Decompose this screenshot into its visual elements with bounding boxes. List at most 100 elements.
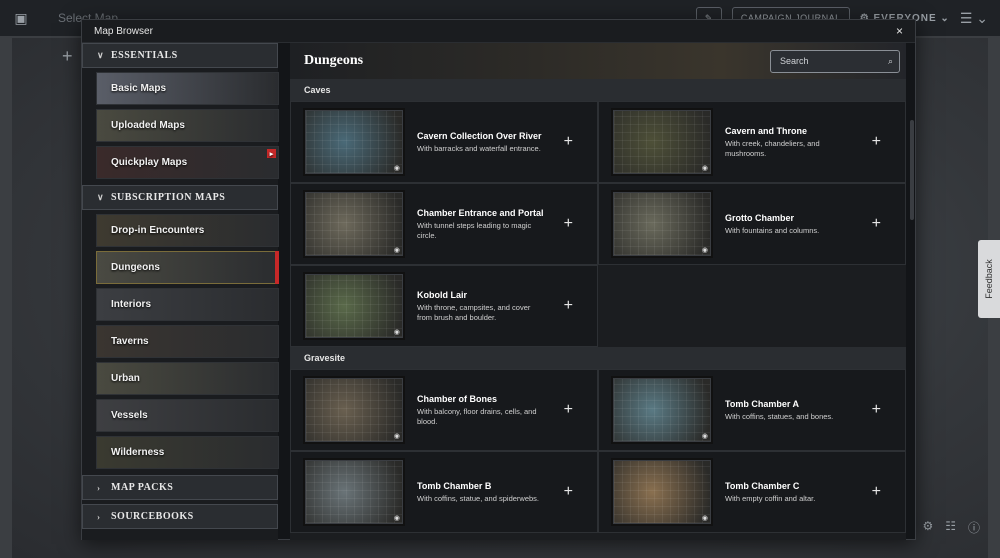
map-card[interactable]: ◉ Tomb Chamber A With coffins, statues, an… xyxy=(598,369,906,451)
sidebar-item-label: Drop-in Encounters xyxy=(111,225,205,236)
map-card[interactable]: ◉ Chamber Entrance and Portal With tunnel … xyxy=(290,183,598,265)
settings-icon[interactable]: ⚙ xyxy=(922,519,933,536)
map-thumbnail[interactable]: ◉ xyxy=(613,378,711,442)
sidebar-item-interiors[interactable]: Interiors xyxy=(96,288,279,321)
map-card-text: Cavern and Throne With creek, chandeliers… xyxy=(725,126,855,159)
sidebar-item-dungeons[interactable]: Dungeons xyxy=(96,251,279,284)
sidebar-item-uploaded-maps[interactable]: Uploaded Maps xyxy=(96,109,279,142)
map-card-text: Grotto Chamber With fountains and columns… xyxy=(725,213,855,236)
add-map-button[interactable]: + xyxy=(872,401,881,419)
sidebar-item-label: Wilderness xyxy=(111,447,165,458)
map-thumbnail[interactable]: ◉ xyxy=(305,460,403,524)
main-banner: Dungeons ⌕ xyxy=(290,43,906,79)
sidebar-item-vessels[interactable]: Vessels xyxy=(96,399,279,432)
map-card[interactable]: ◉ Chamber of Bones With balcony, floor dra… xyxy=(290,369,598,451)
sidebar-item-taverns[interactable]: Taverns xyxy=(96,325,279,358)
category-header: Caves xyxy=(290,79,906,101)
map-thumbnail[interactable]: ◉ xyxy=(613,192,711,256)
section-subscription-label: SUBSCRIPTION MAPS xyxy=(111,192,226,203)
map-card-text: Tomb Chamber B With coffins, statue, and … xyxy=(417,481,547,504)
preview-eye-icon[interactable]: ◉ xyxy=(702,246,708,254)
map-card[interactable]: ◉ Tomb Chamber B With coffins, statue, and… xyxy=(290,451,598,533)
search-input[interactable] xyxy=(780,56,888,66)
map-title: Kobold Lair xyxy=(417,289,467,300)
add-map-button[interactable]: + xyxy=(872,215,881,233)
map-title: Chamber of Bones xyxy=(417,393,498,404)
new-badge-icon: ▸ xyxy=(267,149,276,158)
info-icon[interactable]: ⓘ xyxy=(968,519,980,536)
add-map-button[interactable]: + xyxy=(872,483,881,501)
map-thumbnail[interactable]: ◉ xyxy=(305,274,403,338)
sidebar-item-label: Interiors xyxy=(111,299,152,310)
map-description: With tunnel steps leading to magic circl… xyxy=(417,220,532,240)
map-grid: ◉ Cavern Collection Over River With barrac… xyxy=(290,101,906,347)
map-thumbnail[interactable]: ◉ xyxy=(613,110,711,174)
add-map-button[interactable]: + xyxy=(564,215,573,233)
close-button[interactable]: × xyxy=(896,24,903,38)
map-card-text: Tomb Chamber A With coffins, statues, and… xyxy=(725,399,855,422)
map-card-text: Chamber of Bones With balcony, floor drai… xyxy=(417,394,547,427)
sidebar-item-drop-in-encounters[interactable]: Drop-in Encounters xyxy=(96,214,279,247)
scrollbar[interactable] xyxy=(910,120,914,220)
section-sourcebooks[interactable]: › SOURCEBOOKS xyxy=(82,504,278,529)
map-description: With coffins, statue, and spiderwebs. xyxy=(417,493,540,503)
map-card-text: Tomb Chamber C With empty coffin and alta… xyxy=(725,481,855,504)
section-essentials-label: ESSENTIALS xyxy=(111,50,178,61)
sidebar-item-urban[interactable]: Urban xyxy=(96,362,279,395)
map-thumbnail[interactable]: ◉ xyxy=(613,460,711,524)
modal-title: Map Browser xyxy=(94,25,153,37)
map-thumbnail[interactable]: ◉ xyxy=(305,378,403,442)
preview-eye-icon[interactable]: ◉ xyxy=(702,432,708,440)
search-box: ⌕ xyxy=(770,49,900,73)
map-title: Tomb Chamber B xyxy=(417,480,492,491)
add-icon[interactable]: + xyxy=(62,46,73,67)
feedback-tab[interactable]: Feedback xyxy=(978,240,1000,318)
page-title: Dungeons xyxy=(304,53,364,68)
add-map-button[interactable]: + xyxy=(564,297,573,315)
sidebar-item-label: Dungeons xyxy=(111,262,160,273)
map-title: Cavern and Throne xyxy=(725,125,808,136)
map-card[interactable]: ◉ Grotto Chamber With fountains and column… xyxy=(598,183,906,265)
map-title: Grotto Chamber xyxy=(725,212,795,223)
map-title: Cavern Collection Over River xyxy=(417,130,542,141)
sidebar-item-quickplay-maps[interactable]: Quickplay Maps ▸ xyxy=(96,146,279,179)
add-map-button[interactable]: + xyxy=(872,133,881,151)
map-description: With creek, chandeliers, and mushrooms. xyxy=(725,138,820,158)
map-description: With barracks and waterfall entrance. xyxy=(417,143,541,153)
map-card[interactable]: ◉ Cavern and Throne With creek, chandelier… xyxy=(598,101,906,183)
map-thumbnail[interactable]: ◉ xyxy=(305,192,403,256)
preview-eye-icon[interactable]: ◉ xyxy=(394,328,400,336)
map-browser-modal: Map Browser × ∨ ESSENTIALS Basic Maps Upl… xyxy=(81,19,916,540)
preview-eye-icon[interactable]: ◉ xyxy=(394,246,400,254)
section-subscription-maps[interactable]: ∨ SUBSCRIPTION MAPS xyxy=(82,185,278,210)
preview-eye-icon[interactable]: ◉ xyxy=(394,514,400,522)
add-map-button[interactable]: + xyxy=(564,483,573,501)
map-card-text: Chamber Entrance and Portal With tunnel s… xyxy=(417,208,547,241)
sidebar-item-basic-maps[interactable]: Basic Maps xyxy=(96,72,279,105)
list-icon[interactable]: ☷ xyxy=(945,519,956,536)
map-title: Tomb Chamber C xyxy=(725,480,800,491)
map-card[interactable]: ◉ Cavern Collection Over River With barrac… xyxy=(290,101,598,183)
section-map-packs[interactable]: › MAP PACKS xyxy=(82,475,278,500)
map-description: With balcony, floor drains, cells, and b… xyxy=(417,406,537,426)
map-grid: ◉ Chamber of Bones With balcony, floor dra… xyxy=(290,369,906,533)
preview-eye-icon[interactable]: ◉ xyxy=(702,514,708,522)
search-icon[interactable]: ⌕ xyxy=(888,56,893,67)
chevron-down-icon: ∨ xyxy=(97,50,105,60)
add-map-button[interactable]: + xyxy=(564,401,573,419)
preview-eye-icon[interactable]: ◉ xyxy=(394,432,400,440)
sidebar-item-label: Uploaded Maps xyxy=(111,120,185,131)
sidebar-item-label: Quickplay Maps xyxy=(111,157,188,168)
map-card[interactable]: ◉ Kobold Lair With throne, campsites, and … xyxy=(290,265,598,347)
add-map-button[interactable]: + xyxy=(564,133,573,151)
sidebar-item-wilderness[interactable]: Wilderness xyxy=(96,436,279,469)
map-thumbnail[interactable]: ◉ xyxy=(305,110,403,174)
sidebar-toggle-icon[interactable]: ▣ xyxy=(12,9,30,27)
preview-eye-icon[interactable]: ◉ xyxy=(702,164,708,172)
menu-icon[interactable]: ☰ ⌄ xyxy=(960,10,988,27)
chevron-right-icon: › xyxy=(97,511,101,522)
preview-eye-icon[interactable]: ◉ xyxy=(394,164,400,172)
section-essentials[interactable]: ∨ ESSENTIALS xyxy=(82,43,278,68)
map-card[interactable]: ◉ Tomb Chamber C With empty coffin and alt… xyxy=(598,451,906,533)
section-sourcebooks-label: SOURCEBOOKS xyxy=(111,511,194,522)
